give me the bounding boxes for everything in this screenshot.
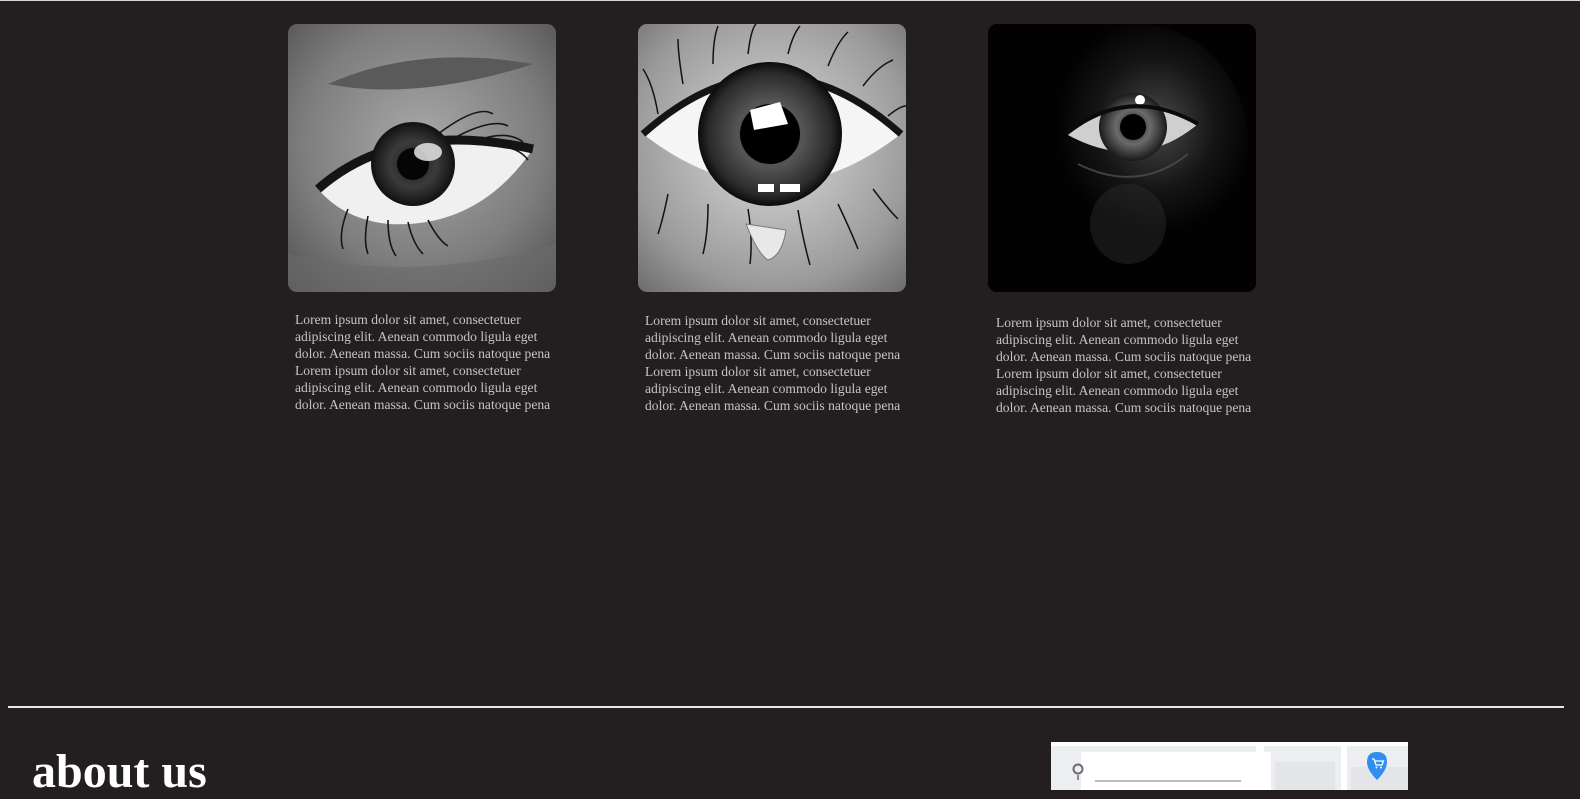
gallery-card-3: Lorem ipsum dolor sit amet, consectetuer… bbox=[988, 24, 1278, 416]
gallery-card-1: Lorem ipsum dolor sit amet, consectetuer… bbox=[288, 24, 578, 413]
map-graphic bbox=[1051, 742, 1408, 790]
about-heading: about us bbox=[32, 745, 207, 798]
card-1-description: Lorem ipsum dolor sit amet, consectetuer… bbox=[295, 312, 551, 412]
card-3-description: Lorem ipsum dolor sit amet, consectetuer… bbox=[996, 315, 1252, 415]
map-embed[interactable] bbox=[1051, 742, 1408, 790]
top-border-line bbox=[0, 0, 1580, 1]
section-divider bbox=[8, 706, 1564, 708]
eye-photo-3[interactable] bbox=[988, 24, 1256, 292]
eye-photo-2[interactable] bbox=[638, 24, 906, 292]
eye-photo-1[interactable] bbox=[288, 24, 556, 292]
eye-photo-2-graphic bbox=[638, 24, 906, 292]
gallery-card-2: Lorem ipsum dolor sit amet, consectetuer… bbox=[638, 24, 928, 414]
eye-photo-3-graphic bbox=[988, 24, 1256, 292]
card-2-description: Lorem ipsum dolor sit amet, consectetuer… bbox=[645, 313, 901, 413]
eye-photo-1-graphic bbox=[288, 24, 556, 292]
